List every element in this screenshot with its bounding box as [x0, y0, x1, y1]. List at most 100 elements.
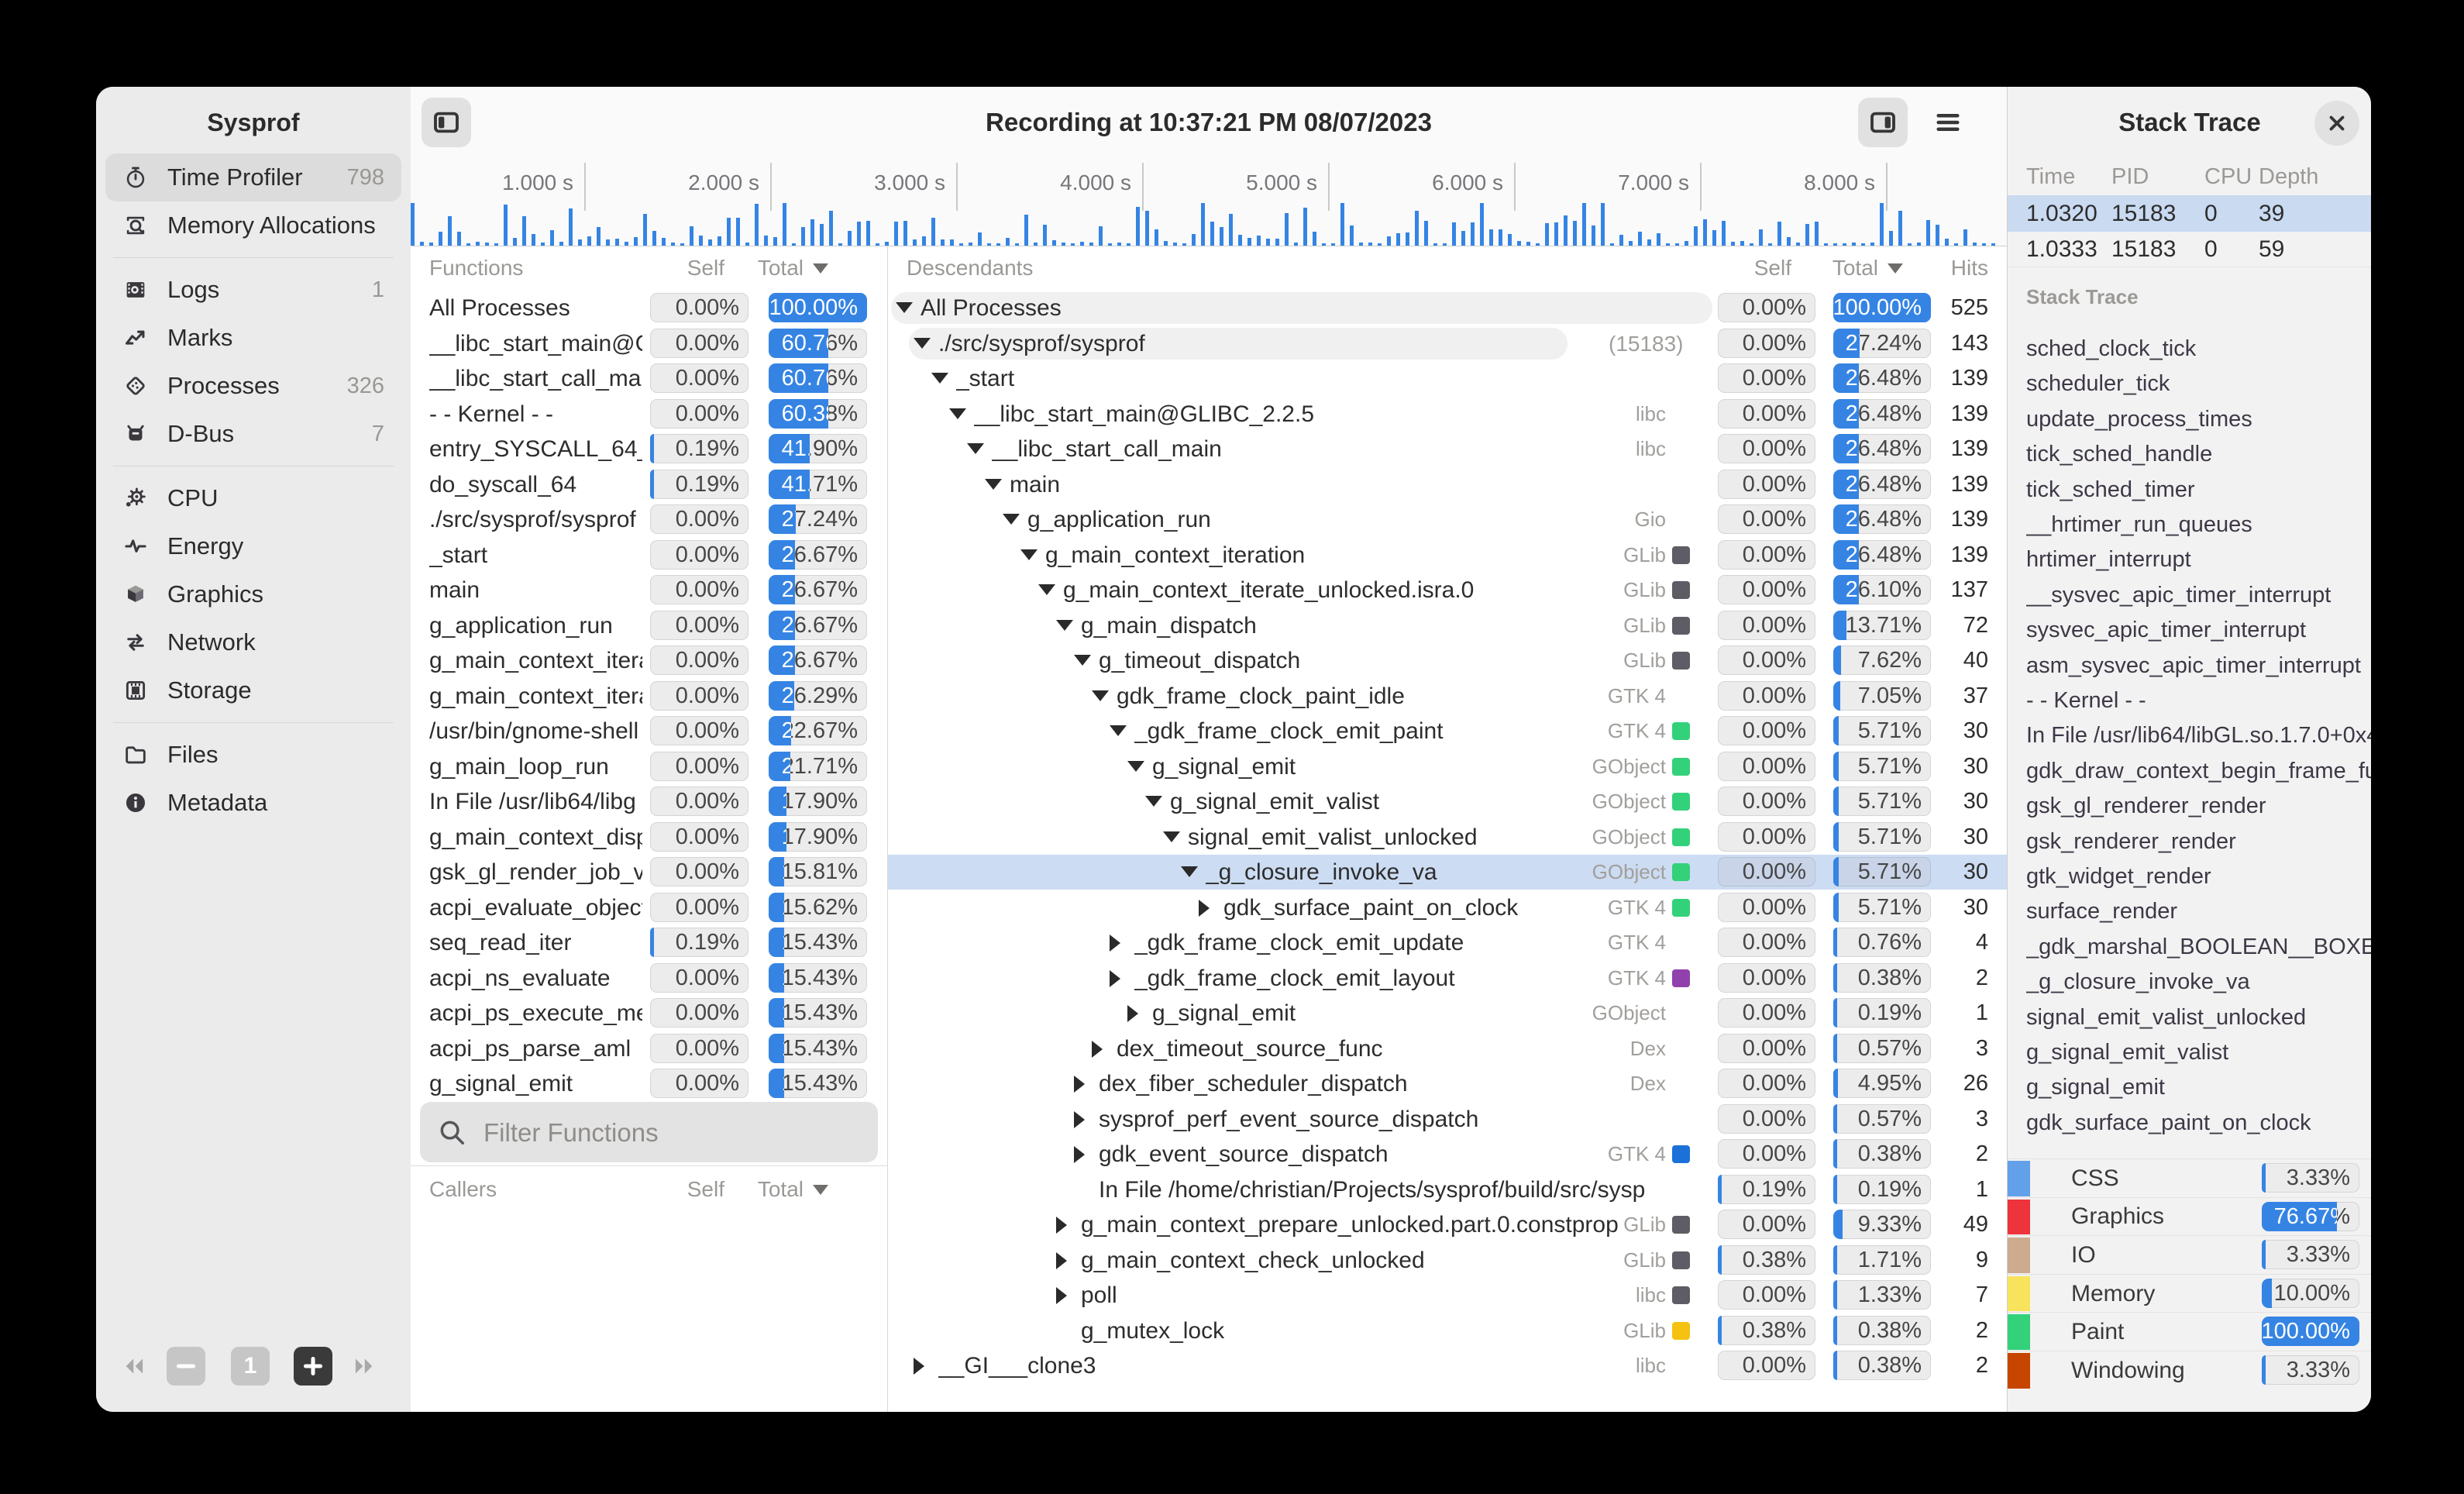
minus-button[interactable] [167, 1347, 205, 1386]
function-row[interactable]: /usr/bin/gnome-shell0.00%22.67%22.67% [411, 714, 887, 749]
callers-self-header[interactable]: Self [687, 1177, 724, 1202]
expand-icon[interactable] [1056, 1287, 1067, 1304]
function-row[interactable]: seq_read_iter0.19%0.19%15.43%15.43% [411, 925, 887, 960]
stack-frame[interactable]: tick_sched_handle [2026, 437, 2371, 472]
sidebar-item-processes[interactable]: Processes326 [105, 362, 401, 410]
descendant-row[interactable]: __libc_start_main@GLIBC_2.2.5libc0.00%26… [888, 397, 2007, 432]
expand-icon[interactable] [1074, 1146, 1085, 1163]
expand-icon[interactable] [914, 1358, 924, 1375]
expand-icon[interactable] [1074, 1076, 1085, 1093]
sidebar-item-cpu[interactable]: CPU [105, 474, 401, 522]
samples-column-header[interactable]: CPU [2204, 164, 2252, 190]
collapse-icon[interactable] [1038, 584, 1055, 595]
descendant-row[interactable]: g_main_context_iterationGLib0.00%26.48%2… [888, 538, 2007, 573]
stack-frame[interactable]: - - Kernel - - [2026, 683, 2371, 718]
function-row[interactable]: main0.00%26.67%26.67% [411, 573, 887, 608]
descendant-row[interactable]: All Processes0.00%100.00%100.00%525 [888, 291, 2007, 325]
collapse-icon[interactable] [1003, 514, 1020, 525]
collapse-icon[interactable] [914, 338, 931, 349]
collapse-icon[interactable] [967, 443, 984, 454]
stack-frame[interactable]: surface_render [2026, 894, 2371, 929]
function-row[interactable]: __libc_start_call_mai0.00%60.76%60.76% [411, 361, 887, 396]
sample-row[interactable]: 1.033315183059 [2008, 231, 2371, 267]
stack-frame[interactable]: __sysvec_apic_timer_interrupt [2026, 578, 2371, 613]
descendant-row[interactable]: _g_closure_invoke_vaGObject0.00%5.71%5.7… [888, 855, 2007, 890]
descendant-row[interactable]: g_main_dispatchGLib0.00%13.71%13.71%72 [888, 608, 2007, 643]
collapse-icon[interactable] [1181, 866, 1198, 877]
collapse-icon[interactable] [931, 373, 948, 384]
descendant-row[interactable]: g_application_runGio0.00%26.48%26.48%139 [888, 502, 2007, 537]
descendant-row[interactable]: g_timeout_dispatchGLib0.00%7.62%7.62%40 [888, 643, 2007, 678]
hits-column-header[interactable]: Hits [1951, 256, 1988, 281]
function-row[interactable]: In File /usr/lib64/libg0.00%17.90%17.90% [411, 784, 887, 819]
sidebar-item-files[interactable]: Files [105, 731, 401, 779]
category-row-graphics[interactable]: Graphics76.67%76.67% [2008, 1197, 2371, 1237]
sidebar-item-marks[interactable]: Marks [105, 314, 401, 362]
collapse-icon[interactable] [1056, 620, 1073, 631]
descendant-row[interactable]: _gdk_frame_clock_emit_updateGTK 40.00%0.… [888, 925, 2007, 960]
descendant-row[interactable]: g_signal_emit_valistGObject0.00%5.71%5.7… [888, 784, 2007, 819]
collapse-icon[interactable] [1127, 761, 1144, 772]
timeline-ruler[interactable]: 1.000 s2.000 s3.000 s4.000 s5.000 s6.000… [411, 158, 2007, 211]
fast-forward-button[interactable] [345, 1347, 384, 1386]
stack-frame[interactable]: __hrtimer_run_queues [2026, 508, 2371, 542]
sidebar-item-energy[interactable]: Energy [105, 522, 401, 570]
descendant-row[interactable]: g_signal_emitGObject0.00%0.19%0.19%1 [888, 996, 2007, 1031]
collapse-icon[interactable] [985, 479, 1002, 490]
function-row[interactable]: acpi_ps_parse_aml0.00%15.43%15.43% [411, 1031, 887, 1066]
total-column-header[interactable]: Total [758, 256, 828, 281]
sidebar-item-time-profiler[interactable]: Time Profiler798 [105, 153, 401, 201]
samples-column-header[interactable]: Depth [2259, 164, 2318, 190]
collapse-icon[interactable] [949, 408, 966, 419]
descendant-row[interactable]: g_main_context_check_unlockedGLib0.38%0.… [888, 1243, 2007, 1278]
panel-toggle-button[interactable] [1858, 98, 1908, 147]
function-row[interactable]: acpi_evaluate_object0.00%15.62%15.62% [411, 890, 887, 925]
sidebar-item-d-bus[interactable]: D-Bus7 [105, 410, 401, 458]
menu-button[interactable] [1923, 98, 1973, 147]
function-row[interactable]: gsk_gl_render_job_vi0.00%15.81%15.81% [411, 855, 887, 890]
stack-frame[interactable]: hrtimer_interrupt [2026, 542, 2371, 577]
cpu-activity-sparkline[interactable] [411, 211, 2007, 246]
descendant-row[interactable]: signal_emit_valist_unlockedGObject0.00%5… [888, 820, 2007, 855]
desc-total-column-header[interactable]: Total [1833, 256, 1903, 281]
sidebar-item-memory-allocations[interactable]: Memory Allocations [105, 201, 401, 250]
function-row[interactable]: g_main_context_itera0.00%26.29%26.29% [411, 679, 887, 714]
sample-row[interactable]: 1.032015183039 [2008, 195, 2371, 232]
expand-icon[interactable] [1056, 1217, 1067, 1234]
function-row[interactable]: acpi_ps_execute_met0.00%15.43%15.43% [411, 996, 887, 1031]
descendant-row[interactable]: g_main_context_iterate_unlocked.isra.0GL… [888, 573, 2007, 608]
category-row-io[interactable]: IO3.33%3.33% [2008, 1235, 2371, 1275]
descendant-row[interactable]: _gdk_frame_clock_emit_layoutGTK 40.00%0.… [888, 961, 2007, 996]
descendant-row[interactable]: _start0.00%26.48%26.48%139 [888, 361, 2007, 396]
sidebar-item-graphics[interactable]: Graphics [105, 570, 401, 618]
category-row-windowing[interactable]: Windowing3.33%3.33% [2008, 1351, 2371, 1390]
stack-frame[interactable]: g_signal_emit [2026, 1070, 2371, 1105]
desc-self-column-header[interactable]: Self [1754, 256, 1791, 281]
function-row[interactable]: acpi_ns_evaluate0.00%15.43%15.43% [411, 961, 887, 996]
stack-frame[interactable]: signal_emit_valist_unlocked [2026, 1000, 2371, 1035]
collapse-icon[interactable] [1074, 655, 1091, 666]
function-row[interactable]: entry_SYSCALL_64_a0.19%0.19%41.90%41.90% [411, 432, 887, 466]
sidebar-item-metadata[interactable]: Metadata [105, 779, 401, 827]
samples-column-header[interactable]: Time [2026, 164, 2075, 190]
callers-total-header[interactable]: Total [758, 1177, 828, 1202]
descendant-row[interactable]: g_main_context_prepare_unlocked.part.0.c… [888, 1207, 2007, 1242]
sidebar-item-storage[interactable]: Storage [105, 666, 401, 714]
descendant-row[interactable]: gdk_frame_clock_paint_idleGTK 40.00%7.05… [888, 679, 2007, 714]
stack-frame[interactable]: g_signal_emit_valist [2026, 1035, 2371, 1070]
collapse-icon[interactable] [1145, 796, 1162, 807]
stack-frame[interactable]: scheduler_tick [2026, 367, 2371, 401]
stack-frame[interactable]: gtk_widget_render [2026, 859, 2371, 894]
stack-frame[interactable]: update_process_times [2026, 402, 2371, 437]
stack-frame[interactable]: gdk_surface_paint_on_clock [2026, 1106, 2371, 1141]
descendants-column-header[interactable]: Descendants [907, 256, 1033, 281]
stack-frame[interactable]: _g_closure_invoke_va [2026, 965, 2371, 1000]
descendant-row[interactable]: __GI___clone3libc0.00%0.38%0.38%2 [888, 1348, 2007, 1383]
expand-icon[interactable] [1110, 970, 1120, 987]
expand-icon[interactable] [1074, 1111, 1085, 1128]
filter-functions-input[interactable] [482, 1102, 869, 1164]
descendant-row[interactable]: gdk_surface_paint_on_clockGTK 40.00%5.71… [888, 890, 2007, 925]
descendant-row[interactable]: dex_fiber_scheduler_dispatchDex0.00%4.95… [888, 1066, 2007, 1101]
descendant-row[interactable]: polllibc0.00%1.33%1.33%7 [888, 1278, 2007, 1313]
callers-column-header[interactable]: Callers [429, 1177, 497, 1202]
